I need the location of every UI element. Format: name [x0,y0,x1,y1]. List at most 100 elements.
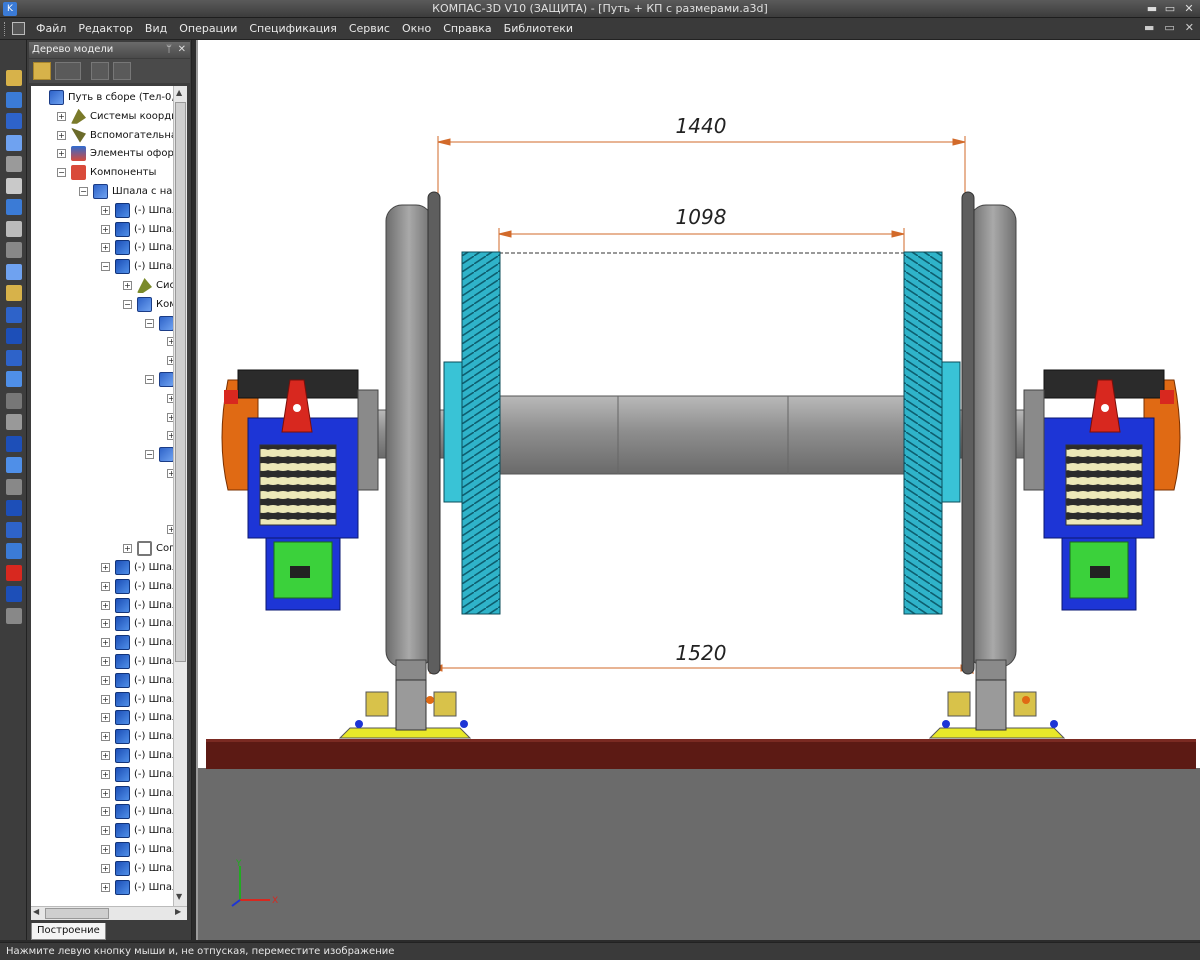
tree-row[interactable]: + (-) Шпала [101,708,173,727]
line-icon[interactable] [6,177,22,194]
expand-icon[interactable]: + [101,224,110,234]
expand-icon[interactable]: + [101,732,110,742]
tree-row[interactable]: + (-) Шпала [101,821,173,840]
model-viewport[interactable]: 1440 1098 1520 Y X [196,40,1200,940]
pattern-icon[interactable] [6,521,22,538]
spec-icon[interactable] [6,220,22,237]
tree-row[interactable]: −П [145,314,173,333]
expand-icon[interactable]: + [101,619,110,629]
tree-horizontal-scrollbar[interactable]: ◀ ▶ [31,906,187,920]
tree-row[interactable]: + Элементы оформле [57,144,173,163]
menu-item[interactable]: Вид [139,21,173,36]
move-icon[interactable] [6,285,22,301]
close-button[interactable]: ✕ [1179,1,1199,16]
collapse-icon[interactable]: − [57,168,66,178]
collapse-icon[interactable]: − [145,318,154,328]
menu-grip[interactable] [4,22,7,36]
expand-icon[interactable]: + [101,638,110,648]
expand-icon[interactable]: + [101,657,110,666]
tree-row[interactable]: + Системы координа [57,107,173,126]
expand-icon[interactable]: + [101,751,110,760]
doc-close-button[interactable]: ✕ [1185,21,1194,34]
tree-row[interactable]: + (-) Шпала [101,633,173,652]
pin-icon[interactable]: ᛘ [166,42,172,58]
tree-row[interactable]: − Компо [123,295,173,314]
menu-item[interactable]: Справка [437,21,497,36]
tree-close-icon[interactable]: ✕ [178,42,186,58]
expand-icon[interactable]: + [101,713,110,723]
tree-row[interactable]: + (-) Шпала [101,671,173,690]
expand-icon[interactable]: + [57,149,66,159]
surface-icon[interactable] [6,371,22,387]
menu-item[interactable]: Сервис [343,21,396,36]
tree-row[interactable]: −( [145,370,173,389]
camera-icon[interactable] [6,263,22,280]
extrude-icon[interactable] [6,113,22,129]
expand-icon[interactable]: + [101,205,110,215]
doc-minimize-button[interactable]: ▬ [1144,21,1154,34]
cube-icon[interactable] [6,306,22,323]
edit-icon[interactable] [6,70,22,86]
document-menu-icon[interactable] [12,22,25,35]
tab-build[interactable]: Построение [31,923,106,940]
tree-structure-button[interactable] [33,62,51,80]
tree-row[interactable]: + (-) Шпала [101,614,173,633]
clip-icon[interactable] [6,156,22,172]
sketch-icon[interactable] [6,91,22,108]
menu-item[interactable]: Редактор [72,21,139,36]
expand-icon[interactable]: + [101,675,110,685]
expand-icon[interactable]: + [101,882,110,892]
expand-icon[interactable]: + [101,243,110,253]
hole-icon[interactable] [6,435,22,452]
expand-icon[interactable]: + [101,581,110,591]
tree-view-mode-button[interactable] [55,62,81,80]
tree-row[interactable]: + (-) Шпала [101,558,173,577]
menu-item[interactable]: Окно [396,21,437,36]
tree-row[interactable]: + (-) Шпала [101,859,173,878]
rib-icon[interactable] [6,500,22,516]
tree-row[interactable]: −П [145,445,173,464]
expand-icon[interactable]: + [57,111,66,121]
tree-row[interactable]: − (-) Шпала [101,257,173,276]
scroll-left-icon[interactable]: ◀ [33,907,39,916]
expand-icon[interactable]: + [57,130,66,140]
menu-item[interactable]: Операции [173,21,243,36]
lib-icon[interactable] [6,607,22,624]
tree-scroll-thumb[interactable] [175,102,186,662]
doc-restore-button[interactable]: ▭ [1164,21,1174,34]
tree-row[interactable]: + (-) Шпала [101,220,173,239]
expand-icon[interactable]: + [101,807,110,817]
expand-icon[interactable]: + [101,769,110,779]
tree-row[interactable]: + (-) Шпала [101,765,173,784]
tree-display-button[interactable] [113,62,131,80]
expand-icon[interactable]: + [101,563,110,572]
tree-row[interactable]: + (-) Шпала [101,746,173,765]
expand-icon[interactable]: + [101,600,110,610]
tree-row[interactable]: + Систе [123,276,173,295]
tree-row[interactable]: + (-) Шпала [101,878,173,897]
tree-row[interactable]: + (-) Шпала [101,652,173,671]
curve-icon[interactable] [6,134,22,151]
menu-item[interactable]: Спецификация [243,21,342,36]
shell-icon[interactable] [6,478,22,495]
tree-row[interactable]: + (-) Шпала [101,690,173,709]
restore-button[interactable]: ▭ [1160,1,1180,16]
tree-row[interactable]: − Компоненты [57,163,156,182]
tree-vertical-scrollbar[interactable]: ▲ ▼ [173,86,187,906]
tree-row[interactable]: + (-) Шпала [101,577,173,596]
scroll-down-icon[interactable]: ▼ [176,892,182,901]
expand-icon[interactable]: + [101,845,110,854]
collapse-icon[interactable]: − [79,187,88,196]
expand-icon[interactable]: + [101,863,110,873]
tree-row[interactable]: + (-) Шпала [101,596,173,615]
expand-icon[interactable]: + [123,281,132,290]
measure-icon[interactable] [6,242,22,258]
tree-row[interactable]: − Шпала с накла [79,182,173,201]
tree-row[interactable]: + (-) Шпала [101,238,173,257]
section-icon[interactable] [6,586,22,602]
tree-properties-button[interactable] [91,62,109,80]
tree-row[interactable]: + (-) Шпала [101,727,173,746]
tree-row[interactable]: + (-) Шпала [101,802,173,821]
menu-item[interactable]: Файл [30,21,72,36]
collapse-icon[interactable]: − [145,375,154,384]
